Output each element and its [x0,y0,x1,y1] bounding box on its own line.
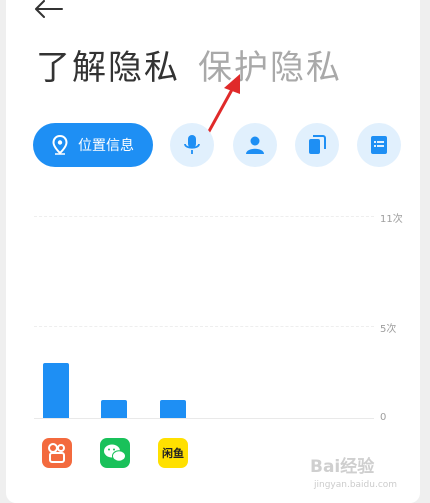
category-notes-button[interactable] [357,123,401,167]
files-icon [309,135,326,154]
tab-protect-privacy[interactable]: 保护隐私 [198,40,342,89]
category-microphone-button[interactable] [170,123,214,167]
category-location-button[interactable]: 位置信息 [33,123,153,167]
chart-bar[interactable] [160,399,186,418]
contacts-person-icon [246,136,264,154]
app-xianyu-icon[interactable]: 闲鱼 [158,438,188,468]
back-arrow-icon[interactable] [34,0,64,18]
tab-understand-privacy[interactable]: 了解隐私 [36,40,180,89]
category-contacts-button[interactable] [233,123,277,167]
app-wechat-icon[interactable] [100,438,130,468]
app-kuaishou-icon[interactable] [42,438,72,468]
header-tabs: 了解隐私 保护隐私 [36,40,342,88]
kuaishou-logo-icon [48,443,65,463]
y-tick-label: 11次 [380,214,403,225]
baidu-jingyan-watermark: Bai经验 jingyan.baidu.com [310,452,428,498]
category-files-button[interactable] [295,123,339,167]
watermark-sub: jingyan.baidu.com [314,480,398,490]
location-pin-icon [52,135,68,155]
chart-bar[interactable] [43,362,69,418]
category-location-label: 位置信息 [78,138,134,154]
usage-bar-chart: 11次 5次 0 [0,190,430,460]
xianyu-logo-text: 闲鱼 [162,447,184,460]
category-row: 位置信息 [0,123,430,167]
notes-list-icon [371,136,387,154]
wechat-logo-icon [104,444,126,462]
y-tick-label: 0 [380,412,387,423]
microphone-icon [184,135,200,154]
chart-bar[interactable] [101,399,127,418]
chart-gridline [34,326,374,328]
y-tick-label: 5次 [380,324,397,336]
chart-baseline [34,418,374,419]
watermark-main: Bai经验 [310,457,375,477]
chart-gridline [34,216,374,217]
